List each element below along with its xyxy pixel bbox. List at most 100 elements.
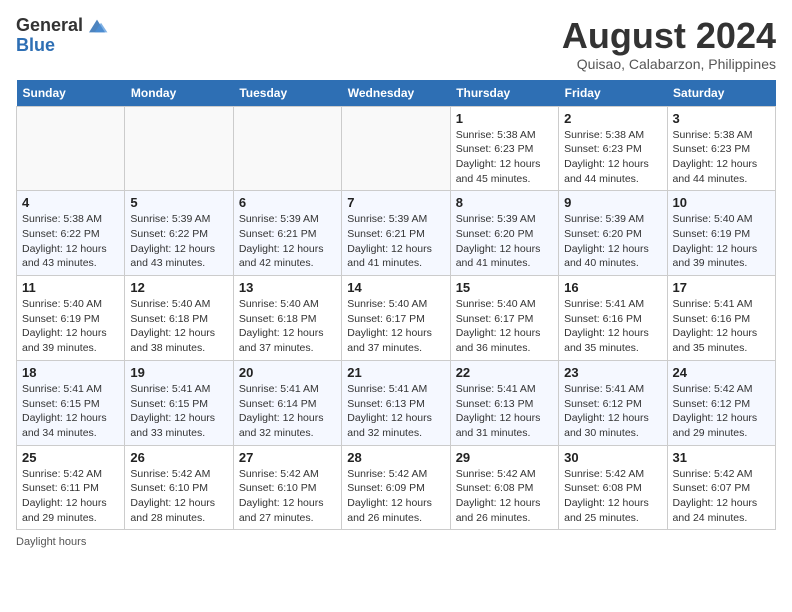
- day-number: 24: [673, 365, 770, 380]
- day-info: Sunrise: 5:41 AM Sunset: 6:15 PM Dayligh…: [22, 382, 119, 441]
- day-info: Sunrise: 5:38 AM Sunset: 6:23 PM Dayligh…: [564, 128, 661, 187]
- day-cell: 20 Sunrise: 5:41 AM Sunset: 6:14 PM Dayli…: [233, 360, 341, 445]
- day-cell: 5 Sunrise: 5:39 AM Sunset: 6:22 PM Daylig…: [125, 191, 233, 276]
- day-info: Sunrise: 5:42 AM Sunset: 6:11 PM Dayligh…: [22, 467, 119, 526]
- day-cell: 6Sunrise: 5:39 AM Sunset: 6:21 PM Daylig…: [233, 191, 341, 276]
- day-cell: 9Sunrise: 5:39 AM Sunset: 6:20 PM Daylig…: [559, 191, 667, 276]
- day-cell: 17 Sunrise: 5:41 AM Sunset: 6:16 PM Dayli…: [667, 276, 775, 361]
- day-cell: 8 Sunrise: 5:39 AM Sunset: 6:20 PM Daylig…: [450, 191, 558, 276]
- day-info: Sunrise: 5:39 AM Sunset: 6:21 PM Dayligh…: [239, 212, 336, 271]
- logo-text-general: General: [16, 16, 83, 36]
- calendar-table: SundayMondayTuesdayWednesdayThursdayFrid…: [16, 80, 776, 531]
- day-info: Sunrise: 5:41 AM Sunset: 6:13 PM Dayligh…: [347, 382, 444, 441]
- calendar-subtitle: Quisao, Calabarzon, Philippines: [562, 56, 776, 72]
- day-cell: 26Sunrise: 5:42 AM Sunset: 6:10 PM Dayli…: [125, 445, 233, 530]
- day-cell: 22Sunrise: 5:41 AM Sunset: 6:13 PM Dayli…: [450, 360, 558, 445]
- logo-icon: [85, 16, 109, 36]
- day-info: Sunrise: 5:42 AM Sunset: 6:12 PM Dayligh…: [673, 382, 770, 441]
- day-cell: 16Sunrise: 5:41 AM Sunset: 6:16 PM Dayli…: [559, 276, 667, 361]
- day-info: Sunrise: 5:41 AM Sunset: 6:14 PM Dayligh…: [239, 382, 336, 441]
- day-cell: 23 Sunrise: 5:41 AM Sunset: 6:12 PM Dayli…: [559, 360, 667, 445]
- day-cell: 3Sunrise: 5:38 AM Sunset: 6:23 PM Daylig…: [667, 106, 775, 191]
- day-cell: 29 Sunrise: 5:42 AM Sunset: 6:08 PM Dayli…: [450, 445, 558, 530]
- day-number: 29: [456, 450, 553, 465]
- day-cell: 12 Sunrise: 5:40 AM Sunset: 6:18 PM Dayli…: [125, 276, 233, 361]
- day-cell: 25Sunrise: 5:42 AM Sunset: 6:11 PM Dayli…: [17, 445, 125, 530]
- day-info: Sunrise: 5:39 AM Sunset: 6:21 PM Dayligh…: [347, 212, 444, 271]
- day-info: Sunrise: 5:41 AM Sunset: 6:15 PM Dayligh…: [130, 382, 227, 441]
- day-number: 10: [673, 195, 770, 210]
- day-cell: 19 Sunrise: 5:41 AM Sunset: 6:15 PM Dayli…: [125, 360, 233, 445]
- day-info: Sunrise: 5:42 AM Sunset: 6:08 PM Dayligh…: [456, 467, 553, 526]
- day-cell: [125, 106, 233, 191]
- day-number: 9: [564, 195, 661, 210]
- day-cell: 27Sunrise: 5:42 AM Sunset: 6:10 PM Dayli…: [233, 445, 341, 530]
- day-info: Sunrise: 5:41 AM Sunset: 6:12 PM Dayligh…: [564, 382, 661, 441]
- day-cell: 7 Sunrise: 5:39 AM Sunset: 6:21 PM Daylig…: [342, 191, 450, 276]
- day-info: Sunrise: 5:40 AM Sunset: 6:19 PM Dayligh…: [22, 297, 119, 356]
- day-info: Sunrise: 5:40 AM Sunset: 6:18 PM Dayligh…: [239, 297, 336, 356]
- day-number: 4: [22, 195, 119, 210]
- day-cell: 2Sunrise: 5:38 AM Sunset: 6:23 PM Daylig…: [559, 106, 667, 191]
- day-number: 28: [347, 450, 444, 465]
- header-row: SundayMondayTuesdayWednesdayThursdayFrid…: [17, 80, 776, 107]
- day-cell: 4 Sunrise: 5:38 AM Sunset: 6:22 PM Daylig…: [17, 191, 125, 276]
- week-row-5: 25Sunrise: 5:42 AM Sunset: 6:11 PM Dayli…: [17, 445, 776, 530]
- day-cell: 15 Sunrise: 5:40 AM Sunset: 6:17 PM Dayli…: [450, 276, 558, 361]
- day-cell: 14Sunrise: 5:40 AM Sunset: 6:17 PM Dayli…: [342, 276, 450, 361]
- week-row-4: 18 Sunrise: 5:41 AM Sunset: 6:15 PM Dayli…: [17, 360, 776, 445]
- day-cell: 11 Sunrise: 5:40 AM Sunset: 6:19 PM Dayli…: [17, 276, 125, 361]
- day-number: 7: [347, 195, 444, 210]
- day-number: 21: [347, 365, 444, 380]
- day-number: 16: [564, 280, 661, 295]
- day-number: 15: [456, 280, 553, 295]
- day-info: Sunrise: 5:40 AM Sunset: 6:17 PM Dayligh…: [456, 297, 553, 356]
- day-cell: [17, 106, 125, 191]
- day-info: Sunrise: 5:42 AM Sunset: 6:07 PM Dayligh…: [673, 467, 770, 526]
- footer-text: Daylight hours: [16, 536, 86, 548]
- day-info: Sunrise: 5:40 AM Sunset: 6:18 PM Dayligh…: [130, 297, 227, 356]
- day-number: 3: [673, 111, 770, 126]
- day-number: 1: [456, 111, 553, 126]
- title-block: August 2024 Quisao, Calabarzon, Philippi…: [562, 16, 776, 72]
- day-cell: 1 Sunrise: 5:38 AM Sunset: 6:23 PM Daylig…: [450, 106, 558, 191]
- day-info: Sunrise: 5:38 AM Sunset: 6:23 PM Dayligh…: [456, 128, 553, 187]
- day-info: Sunrise: 5:39 AM Sunset: 6:22 PM Dayligh…: [130, 212, 227, 271]
- col-header-saturday: Saturday: [667, 80, 775, 107]
- day-number: 8: [456, 195, 553, 210]
- footer-note: Daylight hours: [16, 536, 776, 548]
- col-header-thursday: Thursday: [450, 80, 558, 107]
- col-header-tuesday: Tuesday: [233, 80, 341, 107]
- day-cell: 28 Sunrise: 5:42 AM Sunset: 6:09 PM Dayli…: [342, 445, 450, 530]
- col-header-friday: Friday: [559, 80, 667, 107]
- day-info: Sunrise: 5:41 AM Sunset: 6:16 PM Dayligh…: [673, 297, 770, 356]
- day-number: 5: [130, 195, 227, 210]
- day-number: 18: [22, 365, 119, 380]
- day-number: 12: [130, 280, 227, 295]
- logo-text-blue: Blue: [16, 36, 109, 56]
- day-cell: [233, 106, 341, 191]
- day-info: Sunrise: 5:38 AM Sunset: 6:22 PM Dayligh…: [22, 212, 119, 271]
- day-cell: 21 Sunrise: 5:41 AM Sunset: 6:13 PM Dayli…: [342, 360, 450, 445]
- day-cell: 30Sunrise: 5:42 AM Sunset: 6:08 PM Dayli…: [559, 445, 667, 530]
- col-header-sunday: Sunday: [17, 80, 125, 107]
- day-number: 20: [239, 365, 336, 380]
- day-number: 17: [673, 280, 770, 295]
- day-cell: 31Sunrise: 5:42 AM Sunset: 6:07 PM Dayli…: [667, 445, 775, 530]
- col-header-wednesday: Wednesday: [342, 80, 450, 107]
- day-number: 14: [347, 280, 444, 295]
- day-number: 27: [239, 450, 336, 465]
- day-cell: 18 Sunrise: 5:41 AM Sunset: 6:15 PM Dayli…: [17, 360, 125, 445]
- day-number: 30: [564, 450, 661, 465]
- day-number: 22: [456, 365, 553, 380]
- day-number: 11: [22, 280, 119, 295]
- week-row-1: 1 Sunrise: 5:38 AM Sunset: 6:23 PM Daylig…: [17, 106, 776, 191]
- day-cell: 13Sunrise: 5:40 AM Sunset: 6:18 PM Dayli…: [233, 276, 341, 361]
- day-number: 19: [130, 365, 227, 380]
- week-row-2: 4 Sunrise: 5:38 AM Sunset: 6:22 PM Daylig…: [17, 191, 776, 276]
- day-info: Sunrise: 5:39 AM Sunset: 6:20 PM Dayligh…: [456, 212, 553, 271]
- day-number: 26: [130, 450, 227, 465]
- day-number: 23: [564, 365, 661, 380]
- week-row-3: 11 Sunrise: 5:40 AM Sunset: 6:19 PM Dayli…: [17, 276, 776, 361]
- day-info: Sunrise: 5:42 AM Sunset: 6:09 PM Dayligh…: [347, 467, 444, 526]
